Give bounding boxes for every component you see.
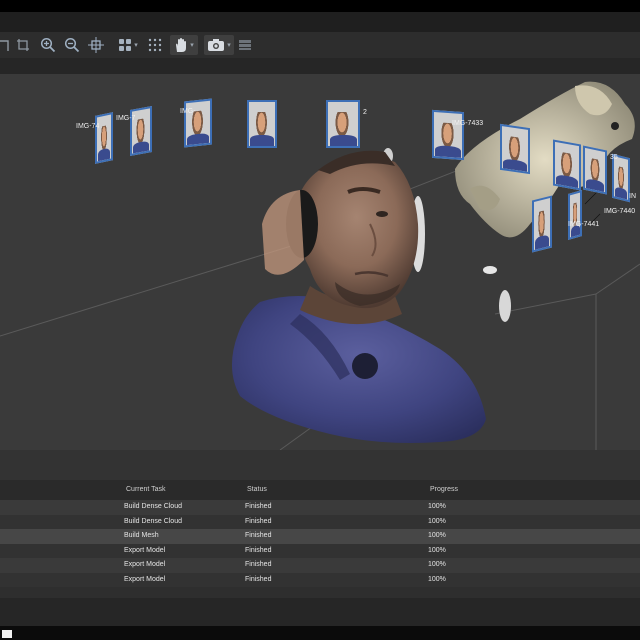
camera-thumbnail[interactable] (553, 139, 581, 191)
camera-label: 35 (610, 154, 618, 161)
table-row[interactable]: Build Dense Cloud Finished 100% (0, 514, 640, 529)
table-row[interactable]: Build Mesh Finished 100% (0, 529, 640, 544)
tasks-panel: Current Task Status Progress Build Dense… (0, 480, 640, 598)
task-status-cell: Finished (245, 517, 272, 525)
camera-label: IMG-7441 (568, 221, 600, 228)
task-name-cell: Export Model (124, 561, 166, 568)
task-name-cell: Export Model (124, 575, 166, 583)
chevron-down-icon[interactable]: ▾ (190, 41, 194, 49)
task-name-cell: Build Dense Cloud (124, 517, 182, 525)
task-status-cell: Finished (245, 503, 272, 510)
task-progress-cell: 100% (428, 503, 446, 510)
camera-label: IMG-7433 (452, 120, 484, 127)
chevron-down-icon[interactable]: ▾ (227, 41, 231, 49)
dots-grid-icon[interactable] (148, 35, 162, 55)
camera-label: 2 (363, 109, 367, 116)
camera-thumbnail[interactable] (568, 189, 582, 241)
taskbar-app-icon[interactable] (2, 630, 12, 638)
camera-label: IMG-7 (116, 115, 136, 122)
task-progress-cell: 100% (428, 575, 446, 583)
camera-icon[interactable]: ▾ (204, 35, 234, 55)
task-name-cell: Build Mesh (124, 532, 159, 539)
camera-thumbnail[interactable] (326, 100, 360, 148)
head-mesh (231, 150, 486, 443)
camera-thumbnail[interactable] (612, 153, 630, 203)
window-top-edge (0, 0, 640, 12)
move-tool-icon[interactable] (88, 35, 104, 55)
task-name-cell: Build Dense Cloud (124, 503, 182, 510)
camera-thumbnail[interactable] (184, 98, 212, 148)
camera-thumbnail[interactable] (583, 145, 607, 195)
task-progress-cell: 100% (428, 561, 446, 568)
viewport-toolbar: ▾ ▾ ▾ (0, 32, 640, 58)
camera-thumbnail[interactable] (532, 195, 552, 253)
column-header-current-task[interactable]: Current Task (126, 486, 166, 493)
camera-thumbnail[interactable] (95, 112, 113, 164)
zoom-out-icon[interactable] (64, 35, 80, 55)
3d-model-viewport[interactable]: IMG-74 IMG-7 IMG- 2 IMG-7433 35 IMG-7440… (0, 74, 640, 450)
task-status-cell: Finished (245, 575, 272, 583)
camera-label: IMG- (180, 108, 196, 115)
table-row[interactable]: Export Model Finished 100% (0, 558, 640, 573)
camera-thumbnail[interactable] (130, 106, 152, 156)
table-row[interactable]: Build Dense Cloud Finished 100% (0, 500, 640, 515)
task-progress-cell: 100% (428, 532, 446, 539)
zoom-in-icon[interactable] (40, 35, 56, 55)
column-header-status[interactable]: Status (247, 486, 267, 493)
hand-navigation-icon[interactable]: ▾ (170, 35, 198, 55)
camera-label: IN (629, 193, 636, 200)
layers-icon[interactable] (238, 35, 252, 55)
camera-label: IMG-74 (76, 123, 100, 130)
camera-thumbnail[interactable] (432, 109, 464, 161)
task-status-cell: Finished (245, 546, 272, 554)
column-header-progress[interactable]: Progress (430, 486, 458, 493)
grid-points-icon[interactable]: ▾ (116, 35, 140, 55)
status-bar (0, 598, 640, 626)
task-status-cell: Finished (245, 561, 272, 568)
table-row[interactable]: Export Model Finished 100% (0, 572, 640, 587)
task-progress-cell: 100% (428, 546, 446, 554)
camera-label: IMG-7440 (604, 208, 636, 215)
taskbar (0, 626, 640, 640)
task-status-cell: Finished (245, 532, 272, 539)
crop-tool-icon[interactable] (0, 35, 10, 55)
task-name-cell: Export Model (124, 546, 166, 554)
panel-header-area (0, 450, 640, 480)
table-header: Current Task Status Progress (0, 480, 640, 500)
chevron-down-icon[interactable]: ▾ (134, 41, 138, 49)
camera-thumbnail[interactable] (500, 123, 530, 175)
table-row[interactable]: Export Model Finished 100% (0, 543, 640, 558)
task-progress-cell: 100% (428, 517, 446, 525)
title-bar (0, 12, 640, 32)
crop-icon[interactable] (16, 35, 30, 55)
toolbar-divider (0, 58, 640, 74)
camera-thumbnail[interactable] (247, 100, 277, 148)
